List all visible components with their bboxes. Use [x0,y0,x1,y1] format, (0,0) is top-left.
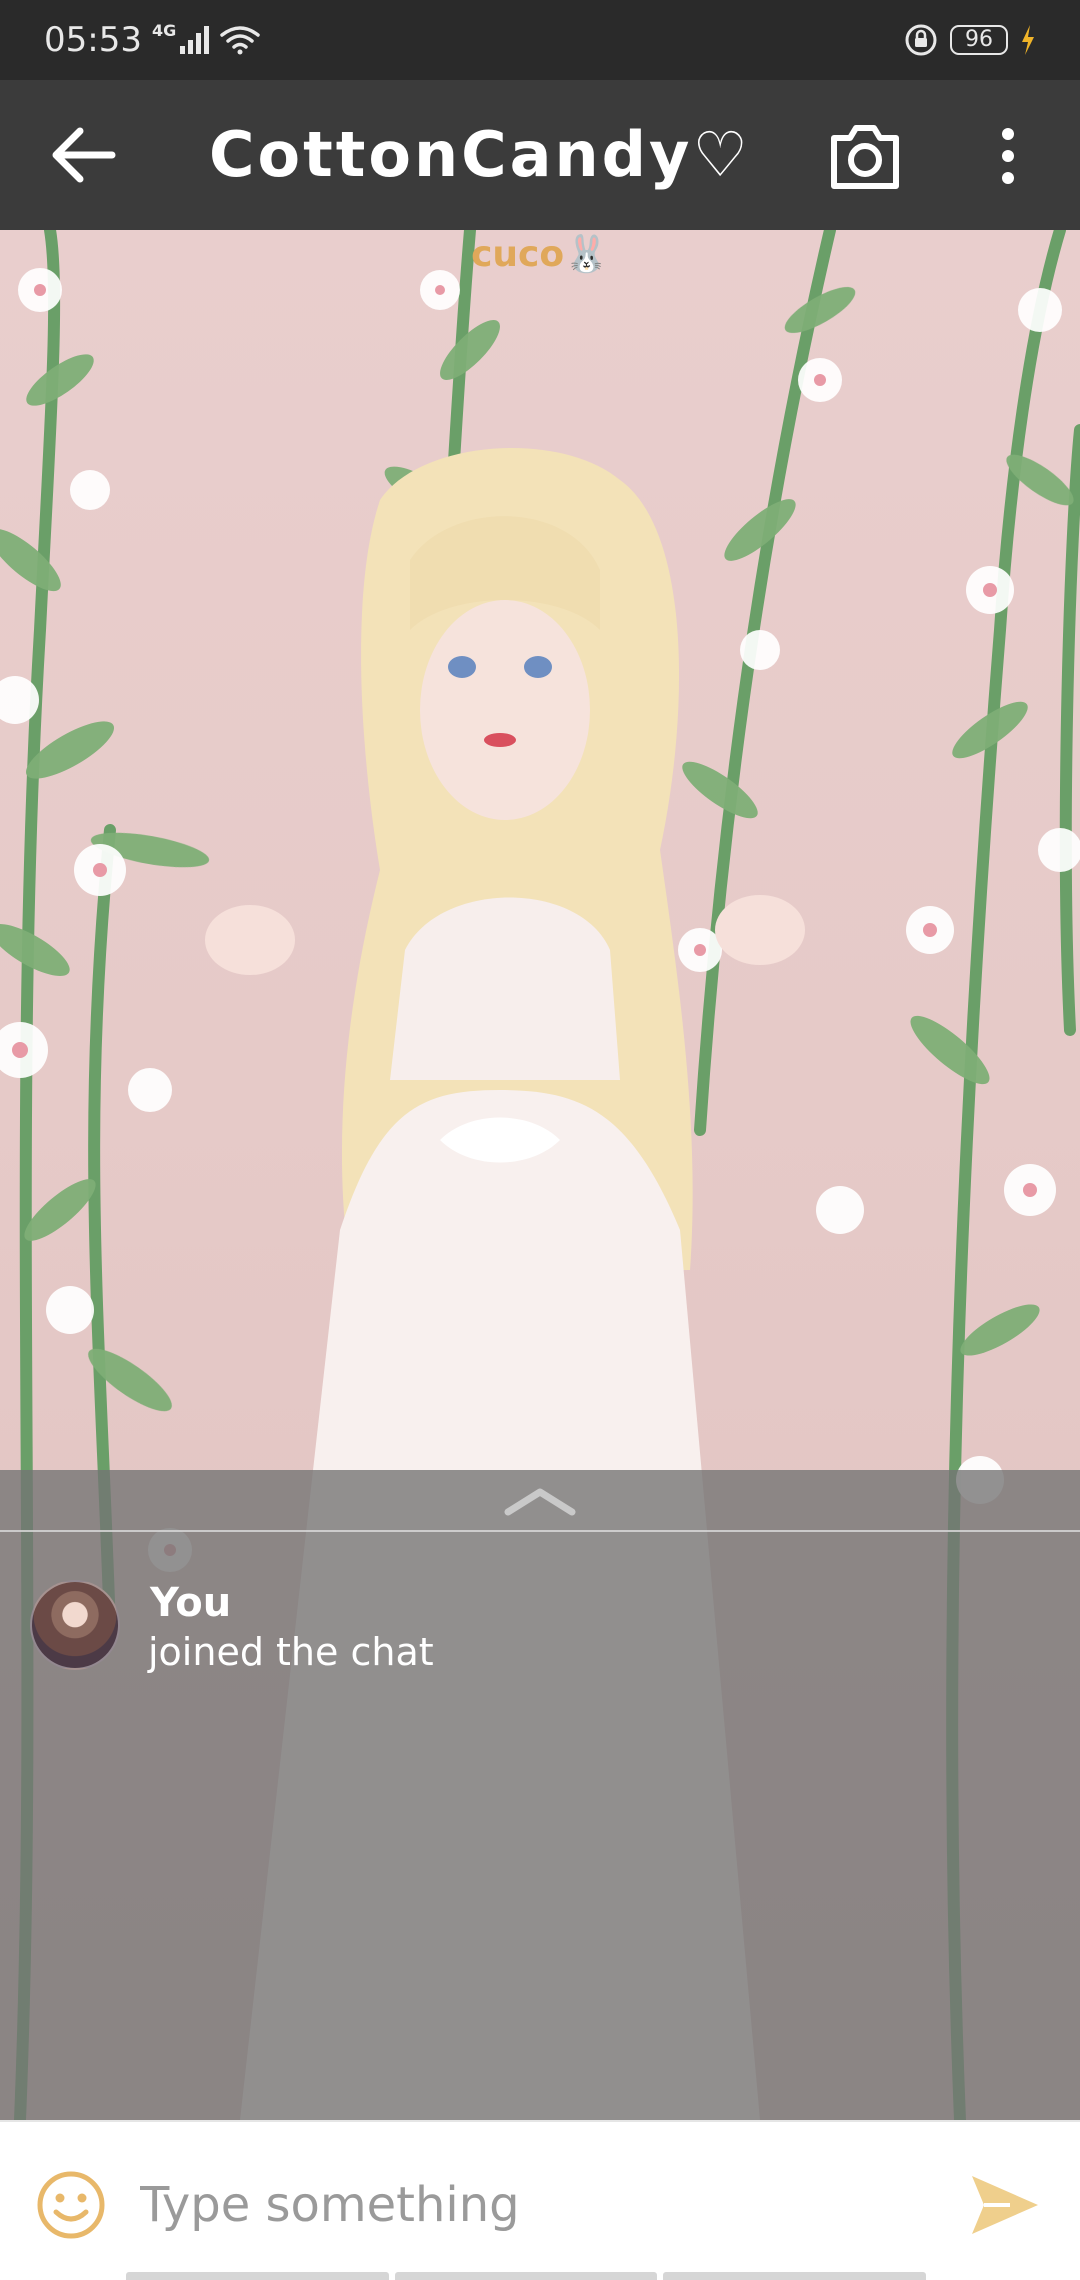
chat-panel: You joined the chat [0,1470,1080,2120]
send-icon[interactable] [970,2172,1040,2238]
avatar[interactable] [30,1580,120,1670]
charging-icon [1022,25,1034,55]
chat-handle-bar[interactable] [0,1470,1080,1532]
message-input-bar [0,2120,1080,2280]
more-vertical-icon[interactable] [982,120,1034,192]
wifi-icon [220,26,260,55]
status-left: 05:53 4G [44,20,260,60]
back-arrow-icon[interactable] [50,125,116,185]
message-sender: You [150,1580,232,1626]
status-time: 05:53 [44,20,142,60]
chevron-up-icon[interactable] [500,1484,580,1518]
message-input[interactable] [140,2162,920,2248]
smiley-icon[interactable] [36,2170,106,2240]
camera-icon[interactable] [828,120,902,192]
app-header: CottonCandy♡ [0,80,1080,230]
keyboard-edge [126,2272,927,2280]
status-bar: 05:53 4G 96 [0,0,1080,80]
message-text: joined the chat [148,1630,434,1674]
rotation-lock-icon [905,24,937,56]
page-title: CottonCandy♡ [209,118,751,191]
battery-indicator: 96 [950,25,1008,55]
signal-icon [180,26,210,54]
network-type: 4G [151,20,177,40]
chat-message: You joined the chat [30,1580,1030,1680]
status-right: 96 [904,23,1036,57]
room-name: cuco🐰 [471,234,609,275]
